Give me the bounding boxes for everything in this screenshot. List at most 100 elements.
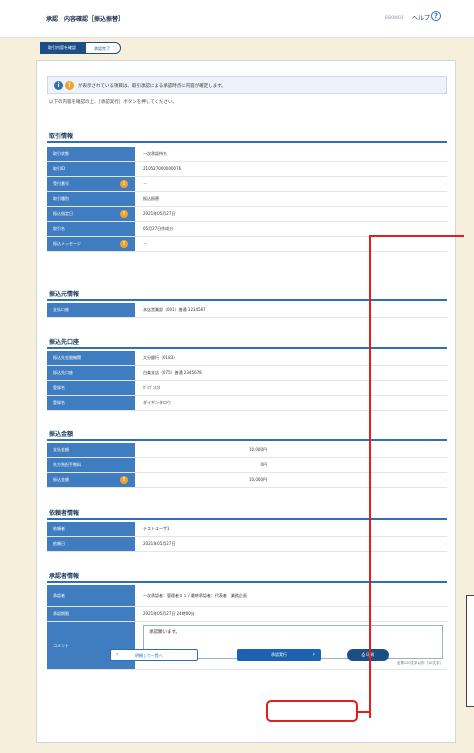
chevron-left-icon: ‹ [116,651,119,658]
back-button-label: 明細して一覧へ [135,653,163,658]
required-mark-icon: ! [120,210,128,218]
help-icon[interactable]: ? [431,11,441,21]
row-value: 一次承認者：管理者０１ / 最終承認者：代表者 業務企画 [143,593,247,598]
row-label: 取引名 [47,222,135,236]
table-row: 依頼日 2021年05月27日 [47,537,447,552]
applicant-info-table: 依頼者 テストユーザ1 依頼日 2021年05月27日 [47,522,447,552]
table-row: 振込先金融機関 大分銀行（0183） [47,351,447,366]
header-step-word: 承認 [46,16,59,23]
step-next: 承認完了 [86,42,121,54]
approve-execute-button[interactable]: 承認実行 › [237,649,321,661]
approve-button-label: 承認実行 [271,652,287,657]
highlight-connector [369,235,371,718]
step-indicator: 取引内容を確認 承認完了 [40,42,121,54]
row-value: 05月27日作成分 [143,226,174,231]
section-divider [47,439,447,441]
row-label: 振込先金融機関 [47,351,135,365]
row-label: 取引種別 [47,192,135,206]
row-label: 支払金額 [47,443,135,457]
printer-icon: ⎙ [361,652,365,657]
row-label: コメント [47,622,135,669]
info-icon: i [54,81,63,90]
section-divider [47,141,447,143]
notice-text: が表示されている項目は、取引承認による承認時点に内容が確定します。 [78,84,226,89]
row-value: 一次承認待ち [143,151,167,156]
row-value: 本店営業部（001）普通 1234567 [143,307,206,312]
highlight-connector [369,235,464,237]
highlight-box [266,700,358,722]
step-current: 取引内容を確認 [40,42,86,54]
section-divider [47,518,447,520]
intro-text: 以下の内容を確認の上、［承認実行］ボタンを押してください。 [49,100,177,105]
table-row: 承認者 一次承認者：管理者０１ / 最終承認者：代表者 業務企画 [47,585,447,607]
row-value: － [143,241,147,246]
row-label: 先方負担手数料 [47,458,135,472]
notice-box: i ! が表示されている項目は、取引承認による承認時点に内容が確定します。 [47,76,447,94]
table-row: 振込先口座 白楽支店（075）普通 2345678 [47,366,447,381]
row-label: 取引ID [47,162,135,176]
section-divider [47,581,447,583]
chevron-right-icon: › [312,651,315,658]
table-row: 支払金額 10,000円 [47,443,447,458]
table-row: 支払口座 本店営業部（001）普通 1234567 [47,303,447,318]
screen-id: BSKN003 [385,15,404,20]
highlight-connector [356,711,371,713]
row-value: 10,000円 [249,447,267,452]
row-value: テストユーザ1 [143,526,170,531]
section-title-dest: 振込先口座 [49,339,80,346]
row-label: 承認者 [47,585,135,606]
row-label: 取引状態 [47,147,135,161]
required-mark-icon: ! [65,81,74,90]
source-info-table: 支払口座 本店営業部（001）普通 1234567 [47,303,447,318]
amount-info-table: 支払金額 10,000円 先方負担手数料 0円 振込金額! 10,000円 [47,443,447,488]
row-value: 白楽支店（075）普通 2345678 [143,370,202,375]
section-title-source: 振込元情報 [49,291,80,298]
back-to-list-button[interactable]: ‹ 明細して一覧へ [110,649,198,661]
row-value: － [143,181,147,186]
row-value: 210527000000076 [143,166,182,171]
table-row: 依頼者 テストユーザ1 [47,522,447,537]
table-row: 登録名 ダイギンタロウ [47,396,447,411]
table-row: 振込金額! 10,000円 [47,473,447,488]
table-row: 登録名 ﾀﾞｲﾌﾞﾝ(ｶ) [47,381,447,396]
table-row: 先方負担手数料 0円 [47,458,447,473]
top-header: 承認 内容確認［振込振替］ BSKN003 ヘルプ ? [0,0,474,38]
row-label: 振込先口座 [47,366,135,380]
required-mark-icon: ! [120,476,128,484]
row-label: 依頼日 [47,537,135,551]
row-value: 0円 [260,462,267,467]
table-row: 取引種別 振込振替 [47,192,447,207]
main-panel: i ! が表示されている項目は、取引承認による承認時点に内容が確定します。 以下… [36,60,456,743]
section-divider [47,299,447,301]
required-mark-icon: ! [120,240,128,248]
comment-row: コメント 承認願います。 全角120文字以内［10文字］ [47,622,447,670]
page-title: 内容確認［振込振替］ [64,16,125,23]
row-value: 2021年05月27日 24時00分 [143,611,195,616]
table-row: 承認期限 2021年05月27日 24時00分 [47,607,447,622]
callout-box [466,595,474,707]
row-value: ﾀﾞｲﾌﾞﾝ(ｶ) [143,385,161,390]
row-value: 大分銀行（0183） [143,355,178,360]
row-label: 登録名 [47,381,135,395]
row-label: 承認期限 [47,607,135,621]
dest-info-table: 振込先金融機関 大分銀行（0183） 振込先口座 白楽支店（075）普通 23456… [47,351,447,411]
section-title-approver: 承認者情報 [49,573,80,580]
help-link[interactable]: ヘルプ [412,13,430,22]
table-row: 取引ID 210527000000076 [47,162,447,177]
row-value: 2021年05月27日 [143,211,176,216]
section-divider [47,347,447,349]
row-label: 依頼者 [47,522,135,536]
section-title-amount: 振込金額 [49,431,74,438]
table-row: 取引状態 一次承認待ち [47,147,447,162]
row-label: 支払口座 [47,303,135,317]
row-label: 登録名 [47,396,135,410]
row-value: 10,000円 [249,477,267,482]
print-button[interactable]: ⎙ 印刷 [347,649,389,661]
row-value: 2021年05月27日 [143,541,176,546]
section-title-applicant: 依頼者情報 [49,510,80,517]
table-row: 受付番号! － [47,177,447,192]
comment-char-count: 全角120文字以内［10文字］ [396,661,443,665]
table-row: 振込指定日! 2021年05月27日 [47,207,447,222]
required-mark-icon: ! [120,180,128,188]
row-value: ダイギンタロウ [143,400,171,405]
